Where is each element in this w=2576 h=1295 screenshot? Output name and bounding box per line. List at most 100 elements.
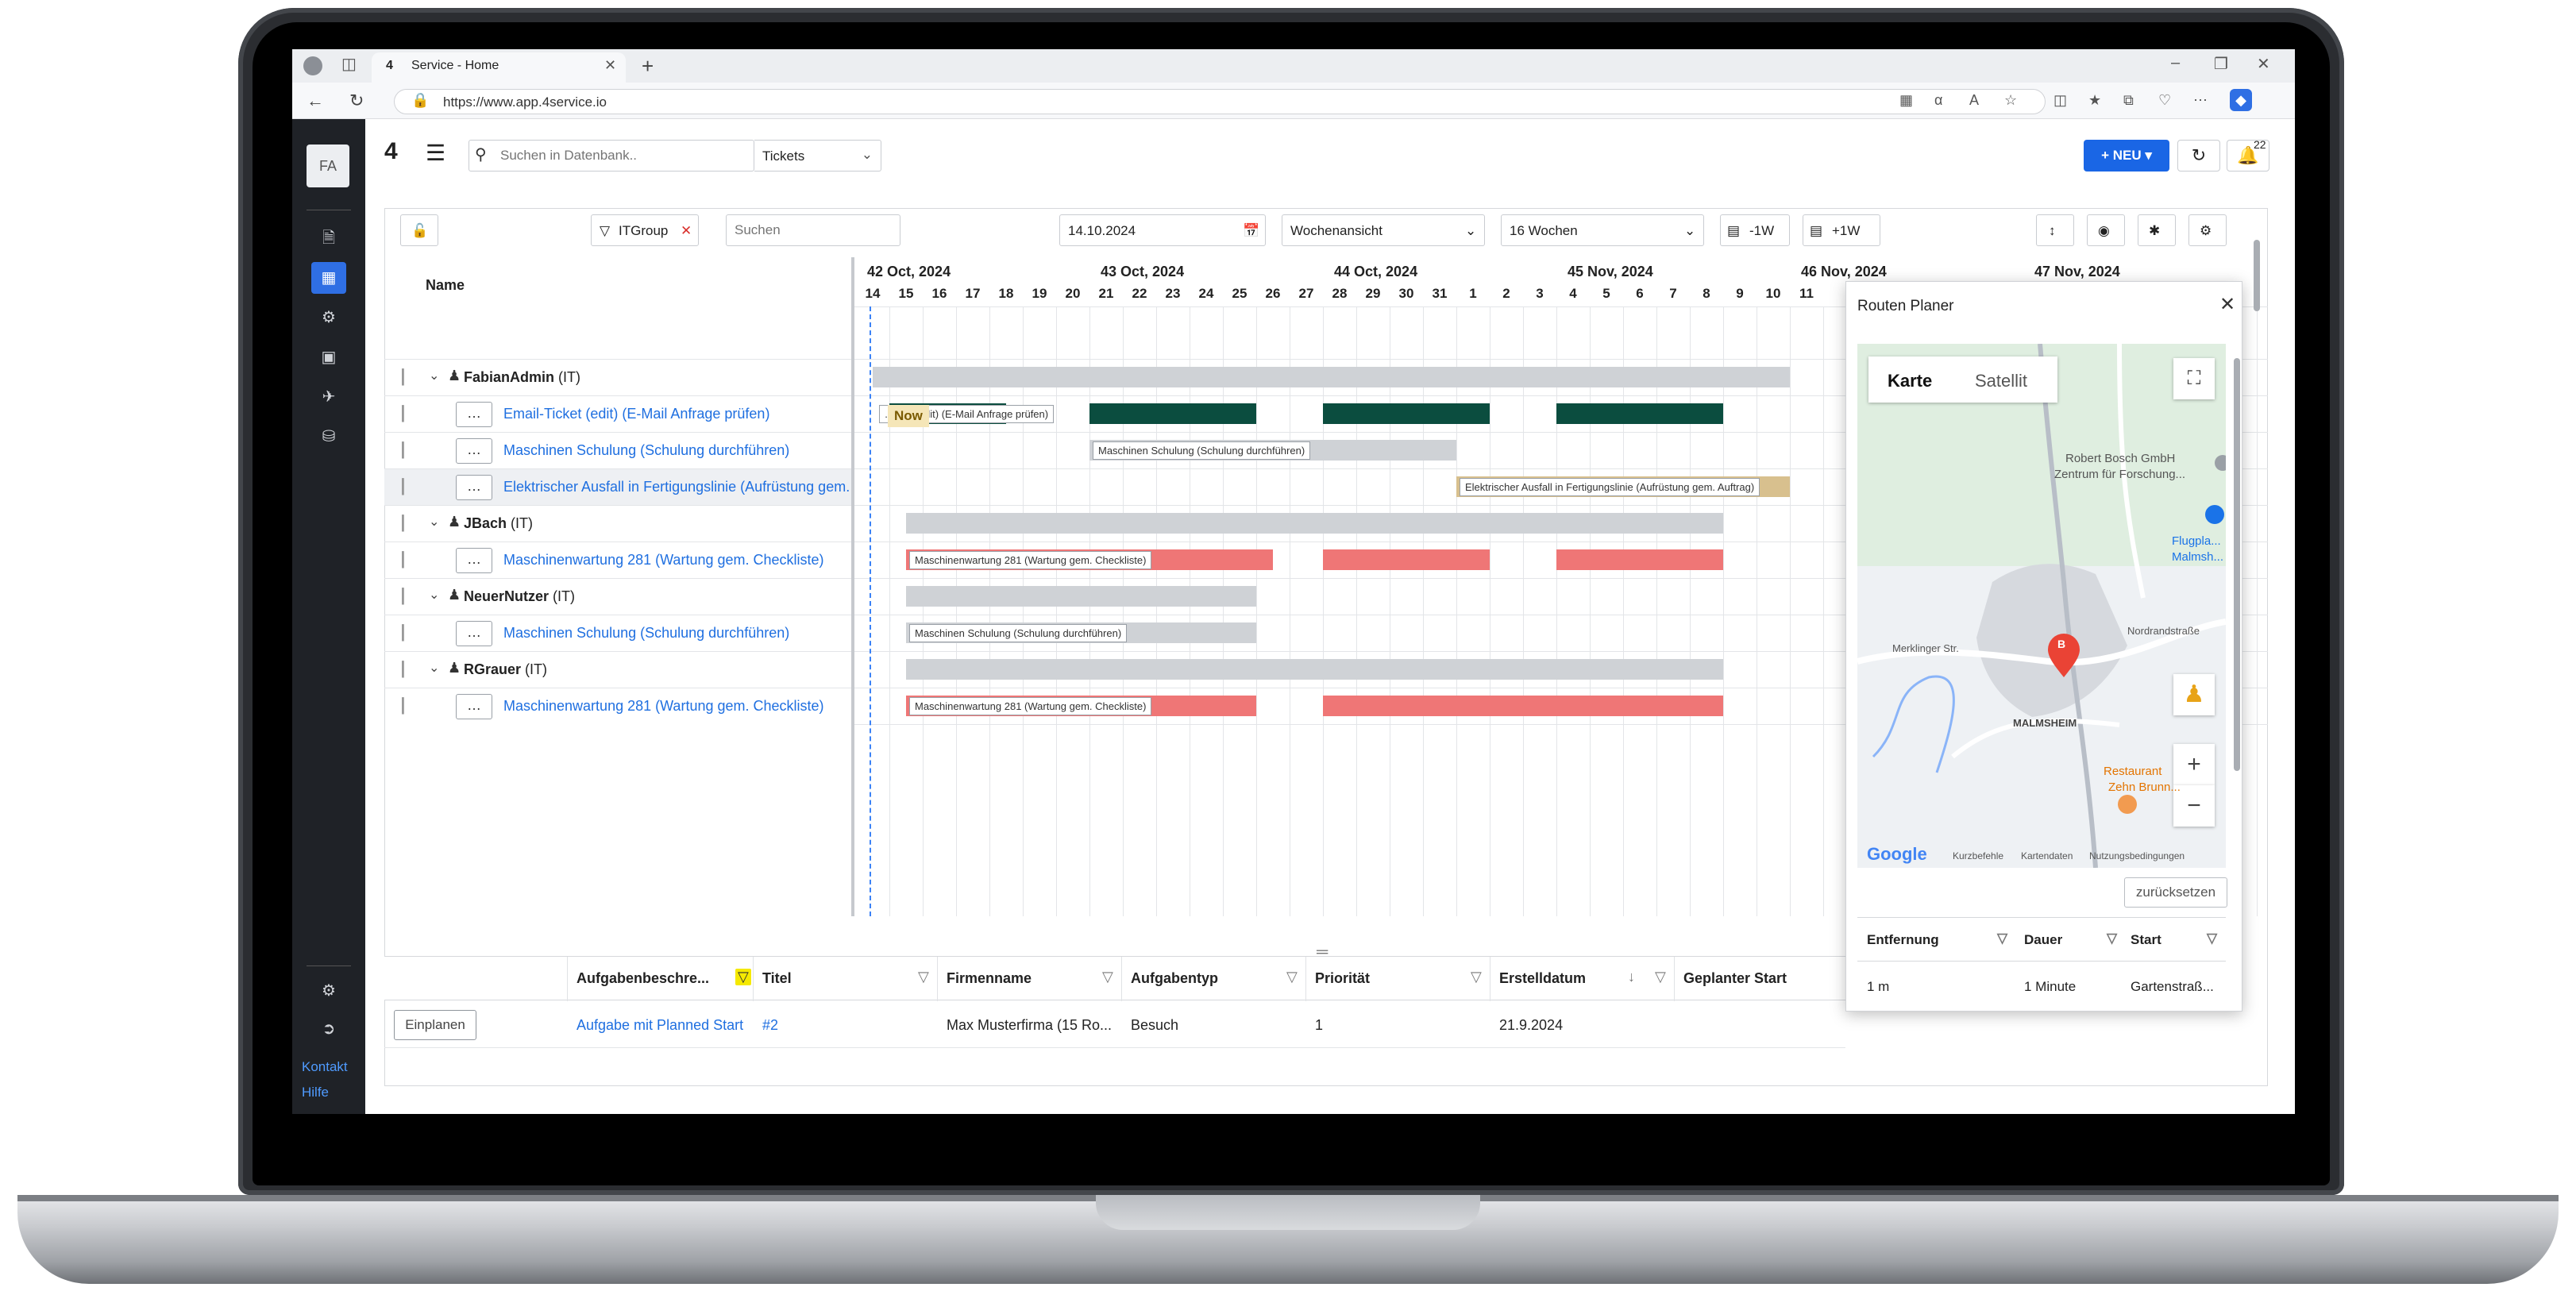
range-select[interactable]: 16 Wochen ⌄ (1501, 214, 1704, 246)
task-actions-button[interactable]: … (456, 475, 492, 500)
sidebar-item-travel[interactable]: ✈ (311, 381, 346, 413)
table-row[interactable]: Einplanen Aufgabe mit Planned Start #2 M… (384, 1000, 1845, 1048)
apps-icon[interactable]: ▦ (1899, 92, 1913, 109)
gantt-search-input[interactable] (726, 214, 900, 246)
sidebar-item-database[interactable]: ▣ (311, 341, 346, 373)
column-header-type[interactable]: Aufgabentyp (1131, 970, 1218, 987)
sort-descending-icon[interactable]: ↓ (1628, 969, 1635, 985)
chevron-down-icon[interactable]: ⌄ (429, 660, 439, 676)
minimize-icon[interactable]: – (2171, 54, 2180, 72)
drag-handle-icon[interactable]: ┃ (399, 479, 407, 495)
resource-group-row[interactable]: ┃ ⌄ ♟ NeuerNutzer (IT) (384, 578, 853, 615)
sidebar-item-structure[interactable]: ⚙ (311, 302, 346, 333)
column-separator[interactable] (1305, 957, 1306, 1001)
help-link[interactable]: Hilfe (302, 1085, 329, 1100)
favorites-icon[interactable]: ★ (2088, 92, 2101, 109)
column-header-company[interactable]: Firmenname (947, 970, 1032, 987)
panel-resize-handle[interactable]: ═ (1317, 943, 1328, 962)
filter-icon[interactable]: ▽ (2107, 931, 2117, 946)
map-shortcuts-link[interactable]: Kurzbefehle (1953, 850, 2003, 861)
task-title-link[interactable]: Email-Ticket (edit) (E-Mail Anfrage prüf… (503, 406, 853, 422)
filter-icon[interactable]: ▽ (735, 969, 751, 985)
gantt-bar[interactable] (906, 513, 1723, 534)
map-marker-label[interactable]: B (2057, 638, 2065, 650)
contact-link[interactable]: Kontakt (302, 1059, 348, 1075)
column-separator[interactable] (567, 957, 568, 1001)
sidebar-item-logout[interactable]: ➲ (311, 1013, 346, 1045)
more-menu-icon[interactable]: ⋯ (2193, 92, 2208, 109)
forward-week-button[interactable]: ▤ +1W (1803, 214, 1880, 246)
sync-button[interactable]: ↻ (2177, 140, 2220, 172)
gantt-bar[interactable] (1323, 403, 1490, 424)
profile-icon[interactable] (303, 56, 322, 75)
app-logo[interactable]: 4 (384, 138, 398, 165)
filter-icon[interactable]: ▽ (1102, 969, 1113, 985)
view-select[interactable]: Wochenansicht ⌄ (1282, 214, 1485, 246)
resource-group-row[interactable]: ┃ ⌄ ♟ JBach (IT) (384, 505, 853, 542)
search-scope-select[interactable]: Tickets ⌄ (754, 140, 881, 172)
sidebar-item-security[interactable]: ⛁ (311, 421, 346, 453)
back-icon[interactable]: ← (307, 91, 324, 111)
task-row[interactable]: ┃ … Elektrischer Ausfall in Fertigungslini… (384, 468, 853, 505)
column-header-title[interactable]: Titel (762, 970, 792, 987)
column-separator[interactable] (1674, 957, 1675, 1001)
task-actions-button[interactable]: … (456, 438, 492, 464)
chevron-down-icon[interactable]: ⌄ (429, 368, 439, 383)
drag-handle-icon[interactable]: ┃ (399, 698, 407, 715)
column-separator[interactable] (1121, 957, 1122, 1001)
split-screen-icon[interactable]: ◫ (2053, 92, 2067, 109)
map-tab-satellit[interactable]: Satellit (1975, 371, 2027, 391)
filter-icon[interactable]: ▽ (1997, 931, 2007, 946)
lock-button[interactable]: 🔓 (400, 214, 438, 246)
task-actions-button[interactable]: … (456, 548, 492, 573)
new-tab-icon[interactable]: + (642, 54, 654, 79)
url-field[interactable] (394, 89, 2046, 114)
task-title-link[interactable]: Maschinenwartung 281 (Wartung gem. Check… (503, 552, 853, 568)
lock-icon[interactable]: 🔒 (411, 92, 429, 109)
new-button[interactable]: + NEU ▾ (2084, 140, 2169, 172)
filter-icon[interactable]: ▽ (918, 969, 929, 985)
task-actions-button[interactable]: … (456, 402, 492, 427)
back-week-button[interactable]: ▤ -1W (1720, 214, 1790, 246)
map-tab-karte[interactable]: Karte (1888, 371, 1932, 391)
sidebar-item-settings[interactable]: ⚙ (311, 975, 346, 1007)
gantt-bar[interactable] (1323, 549, 1490, 570)
column-separator[interactable] (937, 957, 938, 1001)
collections-icon[interactable]: ⧉ (2123, 92, 2134, 109)
tab-close-icon[interactable]: ✕ (604, 57, 616, 74)
task-row[interactable]: ┃ … Maschinenwartung 281 (Wartung gem. Che… (384, 688, 853, 724)
clear-filter-icon[interactable]: ✕ (681, 223, 692, 239)
filter-icon[interactable]: ▽ (1286, 969, 1298, 985)
color-button[interactable]: ◉ (2087, 214, 2125, 246)
chevron-down-icon[interactable]: ⌄ (429, 514, 439, 530)
gantt-bar[interactable] (873, 367, 1790, 387)
gantt-settings-button[interactable]: ⚙ (2188, 214, 2227, 246)
filter-icon[interactable]: ▽ (1471, 969, 1482, 985)
drag-handle-icon[interactable]: ┃ (399, 369, 407, 386)
street-view-icon[interactable]: ♟ (2173, 674, 2215, 715)
database-search-input[interactable] (500, 145, 738, 166)
reset-button[interactable]: zurücksetzen (2124, 877, 2227, 908)
dialog-scrollbar[interactable] (2234, 358, 2240, 771)
date-picker[interactable]: 14.10.2024 📅 (1059, 214, 1266, 246)
drag-handle-icon[interactable]: ┃ (399, 552, 407, 568)
task-row[interactable]: ┃ … Maschinen Schulung (Schulung durchführ… (384, 432, 853, 468)
gantt-bar[interactable] (1323, 696, 1723, 716)
filter-icon[interactable]: ▽ (2207, 931, 2217, 946)
column-header-start[interactable]: Start (2131, 932, 2161, 948)
gantt-scrollbar[interactable] (2254, 240, 2260, 311)
hamburger-menu-icon[interactable]: ☰ (426, 140, 445, 166)
drag-handle-icon[interactable]: ┃ (399, 442, 407, 459)
gantt-bar[interactable] (1556, 549, 1723, 570)
expand-height-button[interactable]: ↕ (2036, 214, 2074, 246)
drag-handle-icon[interactable]: ┃ (399, 515, 407, 532)
schedule-button[interactable]: Einplanen (394, 1010, 476, 1040)
route-button[interactable]: ✱ (2138, 214, 2176, 246)
column-header-distance[interactable]: Entfernung (1867, 932, 1939, 948)
sidebar-item-documents[interactable]: 🗎 (311, 222, 346, 254)
reload-icon[interactable]: ↻ (349, 91, 364, 111)
task-title-link[interactable]: Maschinen Schulung (Schulung durchführen… (503, 442, 853, 459)
drag-handle-icon[interactable]: ┃ (399, 406, 407, 422)
drag-handle-icon[interactable]: ┃ (399, 661, 407, 678)
sidebar-item-planner[interactable]: ▦ (311, 262, 346, 294)
